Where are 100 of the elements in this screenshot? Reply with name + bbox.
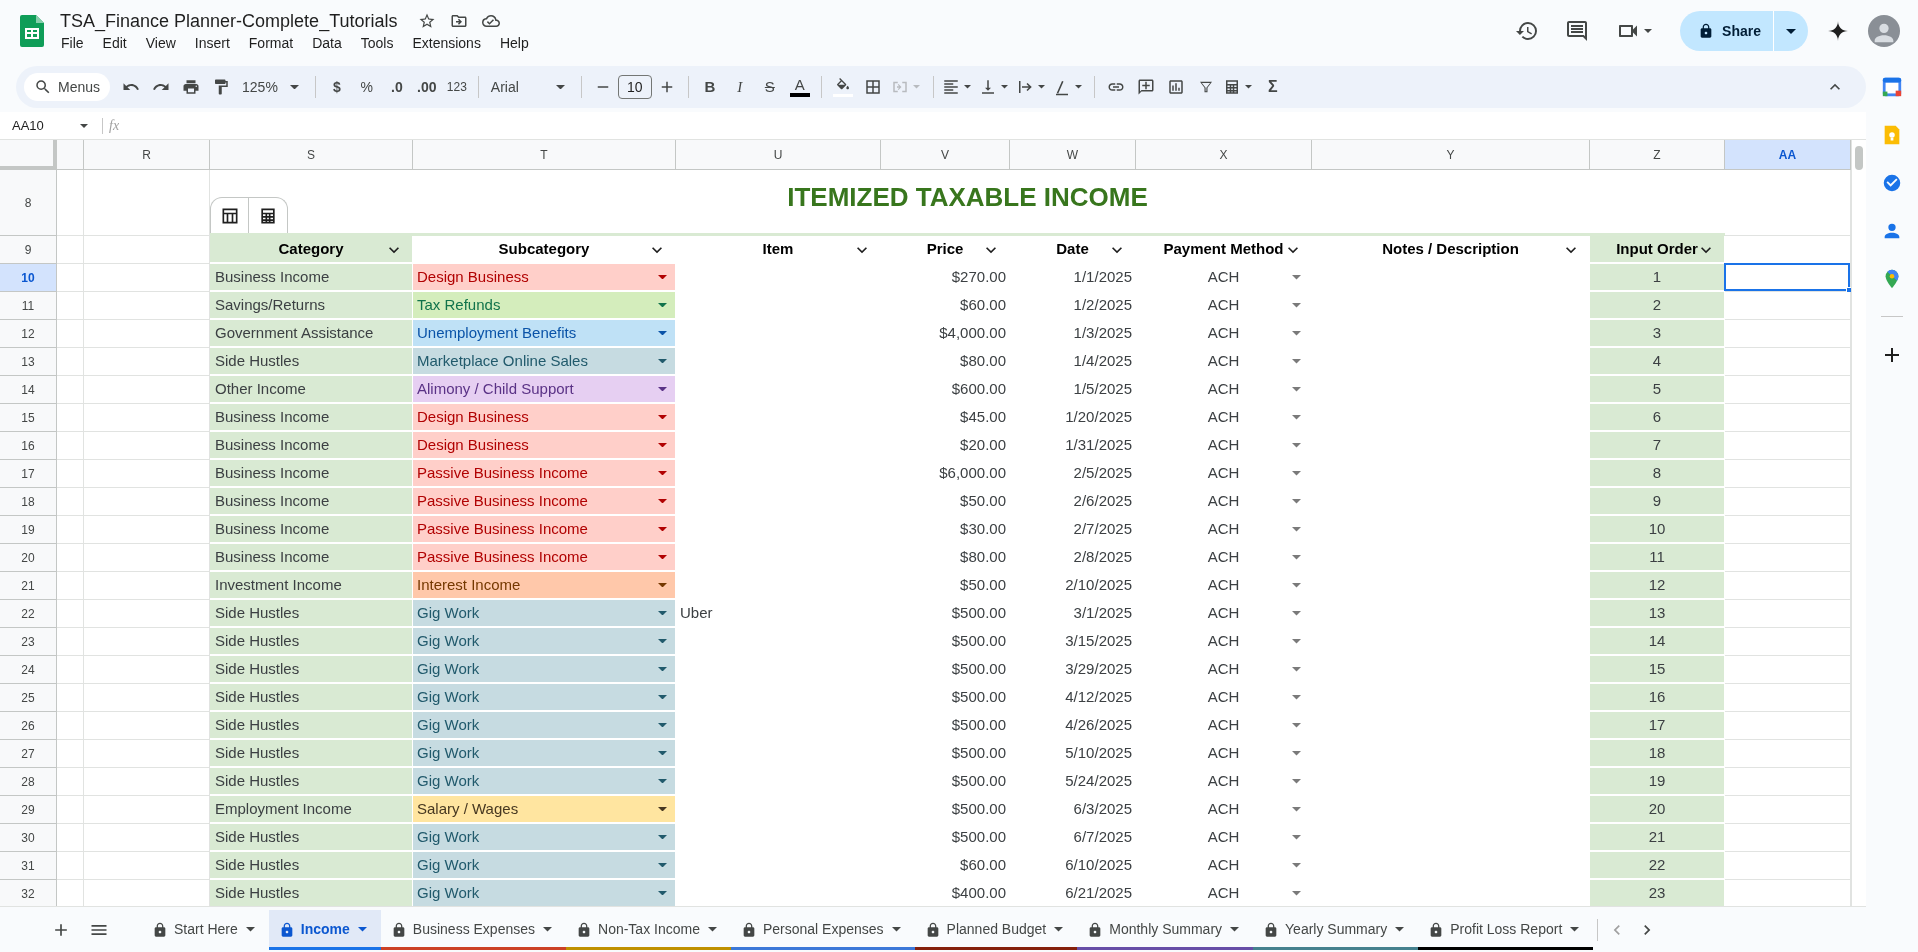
grid-cell[interactable] [57, 236, 84, 264]
row-header[interactable]: 28 [0, 768, 57, 796]
document-title[interactable]: TSA_Finance Planner-Complete_Tutorials [60, 9, 398, 33]
grid-cell[interactable] [57, 824, 84, 852]
dropdown-chip[interactable]: Gig Work [413, 740, 676, 768]
column-header[interactable]: U [676, 140, 881, 170]
dropdown-chip[interactable]: Alimony / Child Support [413, 376, 676, 404]
caret-icon[interactable] [1244, 85, 1252, 89]
grid-cell[interactable] [57, 852, 84, 880]
column-header[interactable]: V [881, 140, 1010, 170]
menu-search-field[interactable]: Menus [24, 73, 111, 101]
row-header[interactable]: 15 [0, 404, 57, 432]
menu-item[interactable]: Data [309, 33, 345, 53]
grid-cell[interactable] [57, 488, 84, 516]
row-header[interactable]: 18 [0, 488, 57, 516]
paint-format-icon[interactable] [212, 78, 231, 96]
grid-cell[interactable] [57, 656, 84, 684]
grid-cell[interactable] [57, 740, 84, 768]
sheet-tab[interactable]: Start Here [142, 909, 269, 950]
dropdown-chip[interactable]: Gig Work [413, 852, 676, 880]
row-header[interactable]: 23 [0, 628, 57, 656]
sheet-tab[interactable]: Yearly Summary [1253, 909, 1419, 950]
dropdown-chip[interactable]: Marketplace Online Sales [413, 348, 676, 376]
row-header[interactable]: 12 [0, 320, 57, 348]
row-header[interactable]: 24 [0, 656, 57, 684]
menu-item[interactable]: Insert [191, 33, 233, 53]
grid-cell[interactable] [57, 544, 84, 572]
bold-button[interactable]: B [694, 72, 725, 102]
grid-cell[interactable] [57, 768, 84, 796]
comment-icon[interactable] [1565, 19, 1590, 43]
caret-icon[interactable] [1786, 28, 1796, 34]
sheet-tab[interactable]: Personal Expenses [730, 909, 915, 950]
number-format-button[interactable]: 123 [441, 72, 472, 102]
percent-format-button[interactable]: % [351, 72, 382, 102]
caret-icon[interactable] [1074, 85, 1082, 89]
history-icon[interactable] [1515, 19, 1540, 43]
search-icon[interactable] [34, 78, 52, 96]
column-header[interactable]: R [84, 140, 210, 170]
row-header[interactable]: 29 [0, 796, 57, 824]
calendar-icon[interactable] [1881, 76, 1903, 98]
column-header-cell[interactable]: Input Order [1590, 236, 1725, 264]
dropdown-chip[interactable]: Gig Work [413, 628, 676, 656]
column-header[interactable]: Z [1590, 140, 1725, 170]
row-header[interactable]: 19 [0, 516, 57, 544]
row-header[interactable]: 20 [0, 544, 57, 572]
folder-icon[interactable] [449, 12, 468, 30]
dropdown-chip[interactable]: Passive Business Income [413, 460, 676, 488]
menu-item[interactable]: Help [496, 33, 532, 53]
row-header[interactable]: 8 [0, 170, 57, 236]
row-header[interactable]: 25 [0, 684, 57, 712]
dropdown-chip[interactable]: Gig Work [413, 656, 676, 684]
grid-cell[interactable] [57, 432, 84, 460]
grid-cell[interactable] [57, 796, 84, 824]
lock-icon[interactable] [152, 921, 168, 938]
row-header[interactable]: 13 [0, 348, 57, 376]
strikethrough-button[interactable]: S [754, 72, 785, 102]
column-header-cell[interactable]: Category [210, 236, 413, 264]
caret-icon[interactable] [963, 85, 971, 89]
grid-cell[interactable] [57, 460, 84, 488]
caret-icon[interactable] [1000, 85, 1008, 89]
dropdown-chip[interactable]: Tax Refunds [413, 292, 676, 320]
active-cell[interactable] [1724, 263, 1850, 291]
row-header[interactable]: 14 [0, 376, 57, 404]
dropdown-chip[interactable]: Design Business [413, 264, 676, 292]
dropdown-chip[interactable]: Gig Work [413, 684, 676, 712]
column-header[interactable]: S [210, 140, 413, 170]
sheet-tab[interactable]: Income [268, 909, 381, 950]
row-header[interactable]: 10 [0, 264, 57, 292]
dropdown-chip[interactable]: Gig Work [413, 600, 676, 628]
caret-icon[interactable] [80, 123, 88, 128]
column-header[interactable]: X [1136, 140, 1312, 170]
column-header[interactable]: Y [1312, 140, 1590, 170]
sheet-tab[interactable]: Monthly Summary [1077, 909, 1254, 950]
grid-cell[interactable] [57, 170, 84, 236]
grid-cell[interactable] [57, 516, 84, 544]
menu-item[interactable]: Format [245, 33, 297, 53]
dropdown-chip[interactable]: Gig Work [413, 712, 676, 740]
row-header[interactable]: 30 [0, 824, 57, 852]
lock-icon[interactable] [576, 921, 592, 938]
column-header[interactable]: AA [1725, 140, 1851, 170]
dropdown-chip[interactable]: Passive Business Income [413, 544, 676, 572]
zoom-dropdown[interactable]: 125% [236, 72, 309, 102]
dropdown-chip[interactable]: Gig Work [413, 880, 676, 906]
dropdown-chip[interactable]: Unemployment Benefits [413, 320, 676, 348]
sheet-tab[interactable]: Planned Budget [914, 909, 1078, 950]
menu-item[interactable]: File [58, 33, 87, 53]
currency-format-button[interactable]: $ [321, 72, 352, 102]
caret-icon[interactable] [289, 84, 299, 90]
dropdown-chip[interactable]: Salary / Wages [413, 796, 676, 824]
cloud-check-icon[interactable] [481, 12, 500, 30]
grid-cell[interactable] [57, 404, 84, 432]
row-header[interactable]: 26 [0, 712, 57, 740]
row-header[interactable]: 21 [0, 572, 57, 600]
grid-cell[interactable] [57, 628, 84, 656]
grid-cell[interactable] [57, 572, 84, 600]
italic-button[interactable]: I [724, 72, 755, 102]
grid-cell[interactable] [57, 264, 84, 292]
name-box[interactable]: AA10 [0, 112, 96, 139]
sheet-tab[interactable]: Business Expenses [380, 909, 566, 950]
row-header[interactable]: 31 [0, 852, 57, 880]
